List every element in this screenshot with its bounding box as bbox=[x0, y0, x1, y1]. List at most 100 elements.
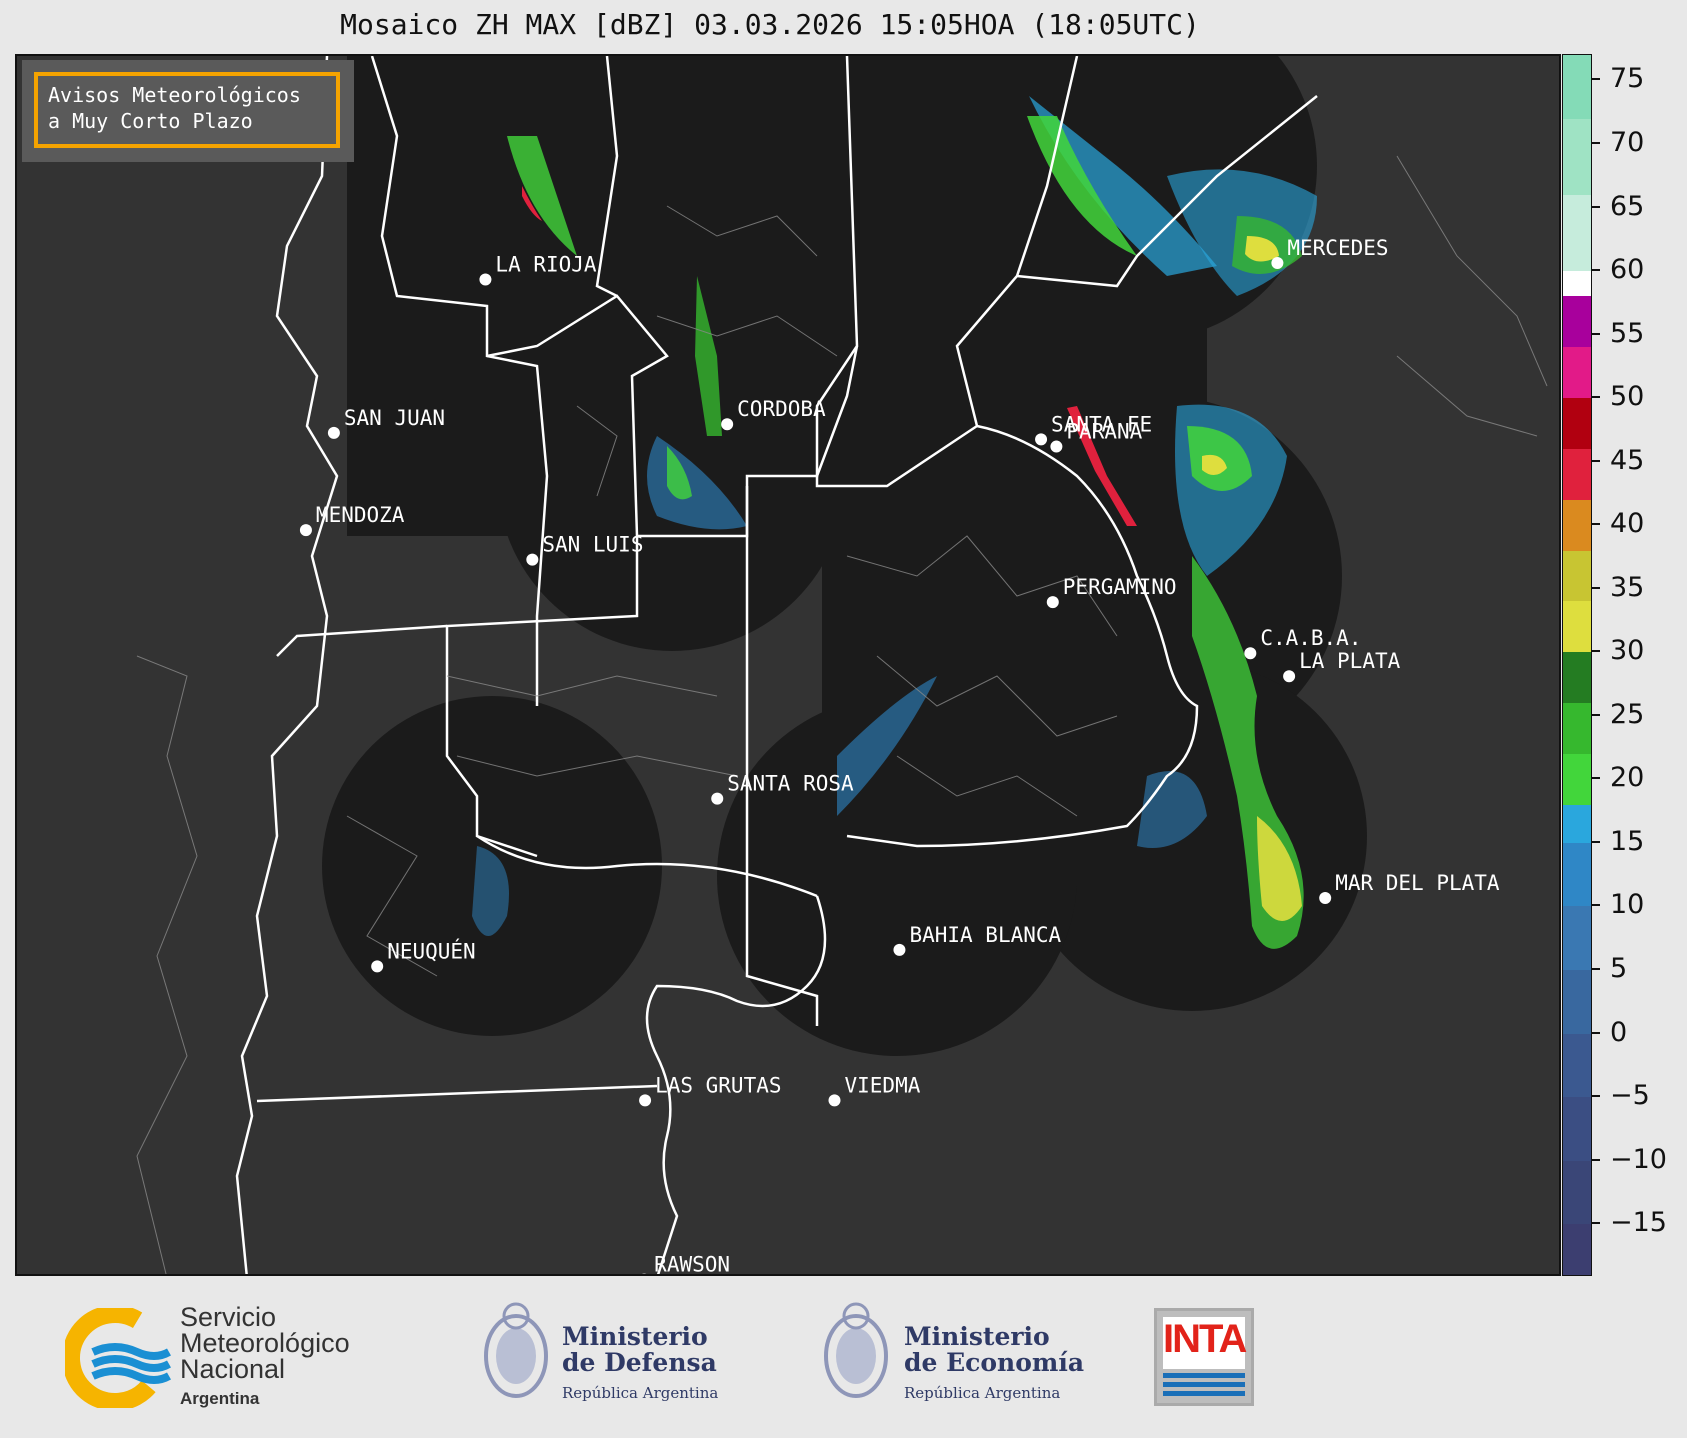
border-brazil-uruguay bbox=[1396, 155, 1548, 437]
colorbar-tick-mark bbox=[1592, 141, 1600, 144]
colorbar-segment bbox=[1563, 1033, 1591, 1098]
colorbar-tick-label: 40 bbox=[1610, 508, 1645, 540]
colorbar-segment bbox=[1563, 1224, 1591, 1275]
city-label: BAHIA BLANCA bbox=[909, 923, 1061, 947]
city-dot bbox=[371, 960, 384, 973]
city-dot bbox=[893, 943, 906, 956]
colorbar-segment bbox=[1563, 906, 1591, 970]
radar-map-canvas: LA RIOJAMERCEDESSAN JUAN CORDOBASANTA FEP… bbox=[136, 56, 1548, 1276]
colorbar-segment bbox=[1563, 970, 1591, 1034]
colorbar-tick-label: 65 bbox=[1610, 190, 1645, 222]
colorbar-tick-mark bbox=[1592, 1031, 1600, 1034]
colorbar-tick-label: 70 bbox=[1610, 126, 1645, 158]
colorbar-tick-label: 55 bbox=[1610, 317, 1645, 349]
city-label: MAR DEL PLATA bbox=[1335, 871, 1500, 895]
city-dot bbox=[1319, 892, 1332, 904]
city-label: LA RIOJA bbox=[495, 253, 597, 277]
smn-line-4: Argentina bbox=[180, 1389, 260, 1408]
defensa-line-2: de Defensa bbox=[562, 1348, 717, 1377]
border-chubut bbox=[256, 1084, 658, 1103]
map-title: Mosaico ZH MAX [dBZ] 03.03.2026 15:05HOA… bbox=[340, 8, 1200, 41]
colorbar-tick-label: 20 bbox=[1610, 762, 1645, 794]
city-dot bbox=[642, 1273, 647, 1274]
city-label: MERCEDES bbox=[1287, 236, 1388, 260]
city-dot bbox=[1244, 647, 1257, 660]
colorbar-tick-mark bbox=[1592, 713, 1600, 716]
city-marker[interactable]: RAWSON bbox=[638, 1253, 730, 1276]
colorbar-segment bbox=[1563, 194, 1591, 272]
coast-chile bbox=[136, 655, 198, 1274]
colorbar-segment bbox=[1563, 347, 1591, 399]
city-dot bbox=[639, 1094, 652, 1107]
colorbar-tick-mark bbox=[1592, 904, 1600, 907]
legend-line-1: Avisos Meteorológicos bbox=[48, 83, 301, 107]
border-chile bbox=[235, 56, 339, 1274]
legend-frame: Avisos Meteorológicos a Muy Corto Plazo bbox=[34, 72, 340, 148]
city-label: PARANA bbox=[1066, 420, 1142, 444]
colorbar-tick-mark bbox=[1592, 650, 1600, 653]
ministerio-economia-text: Ministerio de Economía República Argenti… bbox=[904, 1324, 1084, 1406]
colorbar-segment bbox=[1563, 1160, 1591, 1225]
colorbar-tick-label: −10 bbox=[1610, 1143, 1667, 1175]
smn-line-1: Servicio bbox=[180, 1302, 277, 1332]
colorbar-tick-mark bbox=[1592, 1095, 1600, 1098]
colorbar-segment bbox=[1563, 601, 1591, 653]
colorbar-tick-mark bbox=[1592, 205, 1600, 208]
colorbar-segment bbox=[1563, 703, 1591, 754]
legend-line-2: a Muy Corto Plazo bbox=[48, 109, 253, 133]
colorbar-tick-mark bbox=[1592, 332, 1600, 335]
colorbar-tick-mark bbox=[1592, 396, 1600, 399]
colorbar-segment bbox=[1563, 1097, 1591, 1161]
city-dot bbox=[299, 524, 312, 537]
city-marker[interactable]: VIEDMA bbox=[828, 1073, 921, 1107]
colorbar-tick-mark bbox=[1592, 269, 1600, 272]
colorbar-tick-mark bbox=[1592, 459, 1600, 462]
coat-of-arms-economia-icon bbox=[824, 1302, 888, 1398]
colorbar-segment bbox=[1563, 296, 1591, 348]
colorbar-tick-label: 50 bbox=[1610, 381, 1645, 413]
radar-map[interactable]: LA RIOJA MERCEDES SAN JUAN CORDOBA SANTA FE P… bbox=[15, 54, 1561, 1276]
smn-line-3: Nacional bbox=[180, 1354, 286, 1384]
colorbar-segment bbox=[1563, 753, 1591, 805]
city-label: VIEDMA bbox=[845, 1073, 921, 1097]
colorbar-segment bbox=[1563, 448, 1591, 500]
city-label: PERGAMINO bbox=[1063, 575, 1177, 599]
defensa-line-3: República Argentina bbox=[562, 1384, 719, 1402]
city-label: C.A.B.A. bbox=[1260, 626, 1361, 650]
city-dot bbox=[1283, 670, 1296, 683]
ministerio-defensa-text: Ministerio de Defensa República Argentin… bbox=[562, 1324, 718, 1406]
colorbar-tick-mark bbox=[1592, 1158, 1600, 1161]
colorbar-tick-label: 15 bbox=[1610, 825, 1645, 857]
city-label: LAS GRUTAS bbox=[655, 1073, 781, 1097]
colorbar-tick-label: 0 bbox=[1610, 1016, 1628, 1048]
colorbar-segment bbox=[1563, 55, 1591, 119]
colorbar-segment bbox=[1563, 398, 1591, 449]
colorbar-tick-label: 45 bbox=[1610, 444, 1645, 476]
city-dot bbox=[828, 1094, 841, 1107]
border-neuquen-north bbox=[276, 624, 448, 657]
colorbar-tick-mark bbox=[1592, 586, 1600, 589]
city-marker[interactable]: LAS GRUTAS bbox=[639, 1073, 782, 1107]
economia-line-1: Ministerio bbox=[904, 1322, 1050, 1351]
colorbar-tick-mark bbox=[1592, 840, 1600, 843]
city-label: SAN LUIS bbox=[542, 533, 643, 557]
city-label: NEUQUÉN bbox=[387, 938, 476, 963]
colorbar-tick-mark bbox=[1592, 968, 1600, 970]
colorbar-tick-mark bbox=[1592, 78, 1600, 81]
colorbar bbox=[1562, 54, 1592, 1276]
coat-of-arms-defensa-icon bbox=[484, 1302, 548, 1398]
colorbar-segment bbox=[1563, 499, 1591, 551]
colorbar-tick-label: −15 bbox=[1610, 1207, 1667, 1239]
colorbar-tick-mark bbox=[1592, 777, 1600, 780]
colorbar-segment bbox=[1563, 804, 1591, 843]
colorbar-tick-label: 10 bbox=[1610, 889, 1645, 921]
inta-logo: INTA bbox=[1154, 1308, 1254, 1406]
footer: Servicio Meteorológico Nacional Argentin… bbox=[0, 1278, 1687, 1438]
colorbar-tick-label: 30 bbox=[1610, 635, 1645, 667]
defensa-line-1: Ministerio bbox=[562, 1322, 708, 1351]
smn-logo-text: Servicio Meteorológico Nacional Argentin… bbox=[180, 1304, 350, 1412]
city-dot bbox=[327, 426, 340, 439]
city-dot bbox=[479, 273, 492, 286]
city-label: SANTA ROSA bbox=[727, 772, 854, 796]
economia-line-3: República Argentina bbox=[904, 1384, 1061, 1402]
